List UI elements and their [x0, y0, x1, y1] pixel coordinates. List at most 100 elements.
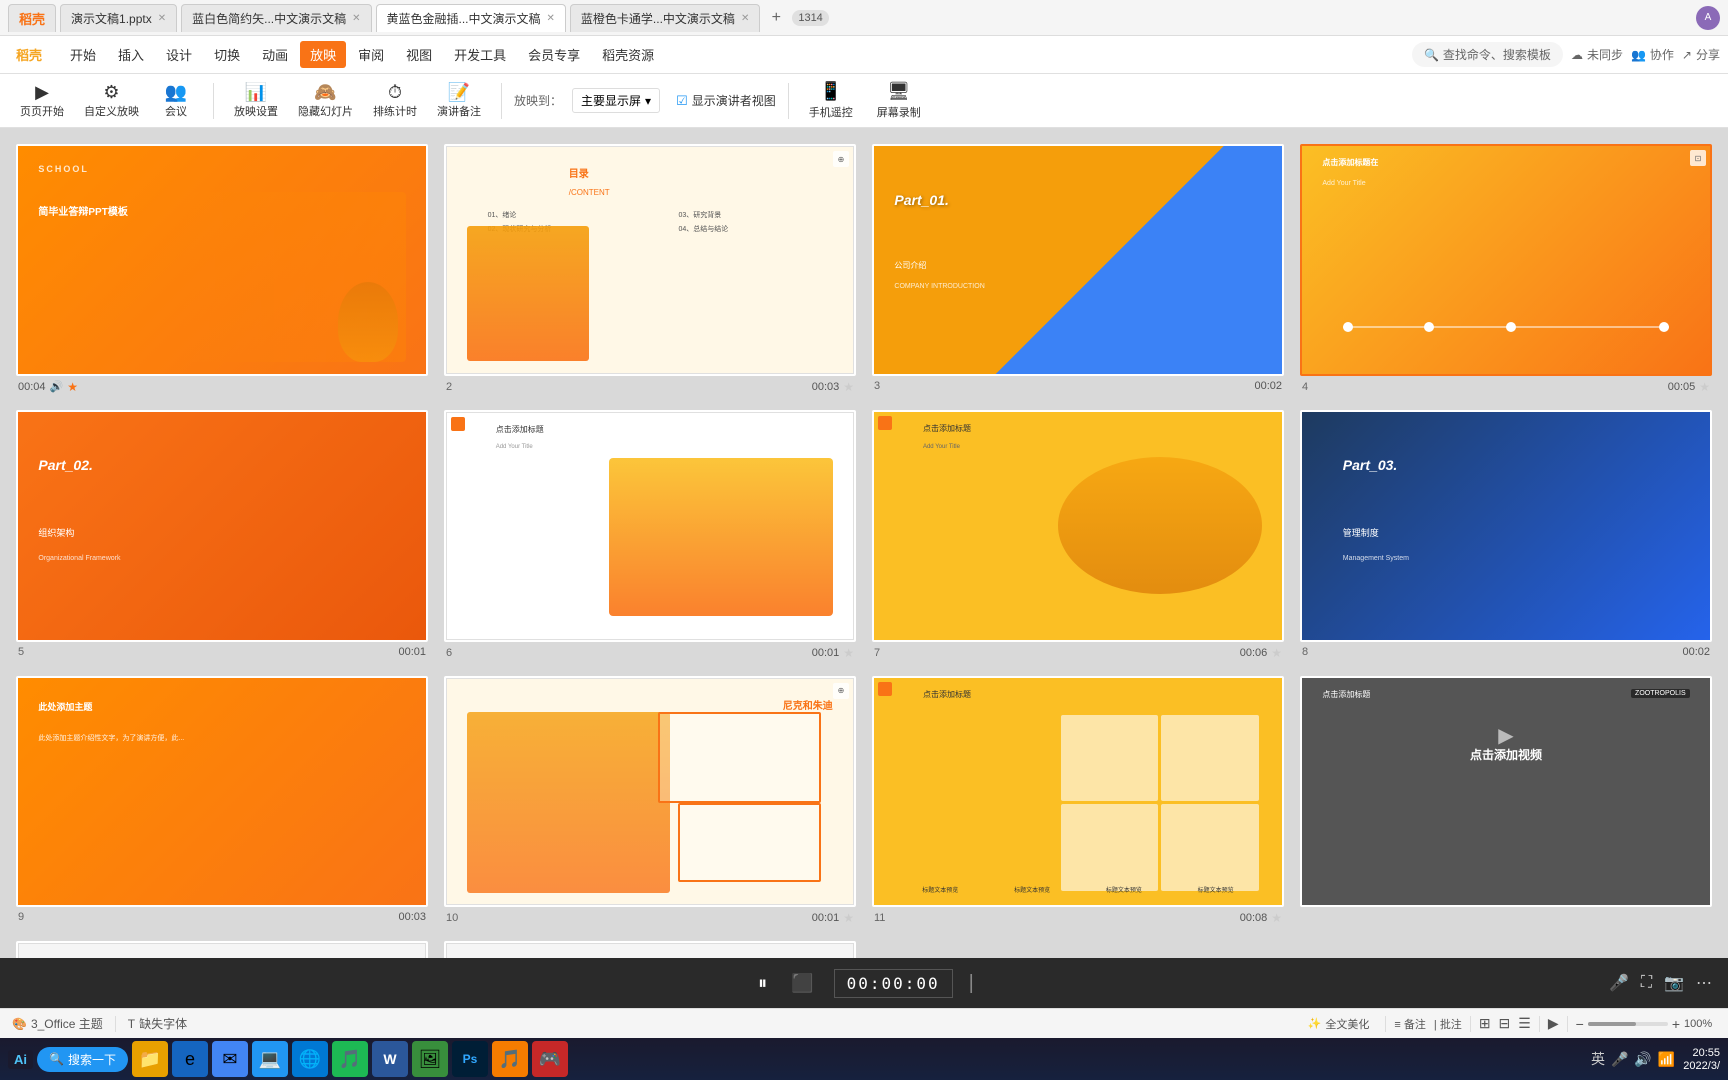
slide-4-corner-btn[interactable]: ⊡: [1690, 150, 1706, 166]
slide-1-star[interactable]: ★: [67, 380, 78, 394]
taskbar-app-game[interactable]: 🎮: [532, 1041, 568, 1077]
collaborate-btn[interactable]: 👥 协作: [1631, 46, 1674, 63]
custom-slideshow-btn[interactable]: ⚙ 自定义放映: [76, 79, 147, 123]
taskbar-lang[interactable]: 英: [1591, 1049, 1605, 1069]
slide-thumb-4[interactable]: 点击添加标题在 Add Your Title ⊡: [1300, 144, 1712, 376]
display-selector[interactable]: 主要显示屏 ▾: [572, 88, 660, 113]
zoom-minus-btn[interactable]: −: [1576, 1016, 1584, 1032]
tab-1[interactable]: 演示文稿1.pptx ✕: [60, 4, 177, 32]
taskbar-app-system[interactable]: 💻: [252, 1041, 288, 1077]
slide-thumb-11[interactable]: 点击添加标题 标题文本预览 标题文本预览 标题文本预览 标题文本预览: [872, 676, 1284, 908]
ai-badge[interactable]: Ai: [8, 1050, 33, 1069]
review-btn[interactable]: | 批注: [1434, 1016, 1462, 1032]
tab-2-close[interactable]: ✕: [352, 13, 360, 24]
taskbar-mic[interactable]: 🎤: [1611, 1051, 1628, 1068]
screen-record-btn[interactable]: 🖥 屏幕录制: [869, 77, 929, 124]
grid-view-btn[interactable]: ⊟: [1499, 1015, 1511, 1032]
taskbar-search[interactable]: 🔍 搜索一下: [37, 1047, 128, 1072]
slide-7-star[interactable]: ★: [1271, 646, 1282, 660]
slide-2-corner-btn[interactable]: ⊕: [833, 151, 849, 167]
menu-transition[interactable]: 切换: [204, 41, 250, 68]
phone-remote-btn[interactable]: 📱 手机遥控: [801, 77, 861, 124]
hide-slide-btn[interactable]: 🙈 隐藏幻灯片: [290, 79, 361, 123]
taskbar-app-music[interactable]: 🎵: [332, 1041, 368, 1077]
presentation-notes-btn[interactable]: 📝 演讲备注: [429, 79, 489, 123]
taskbar-app-ps[interactable]: Ps: [452, 1041, 488, 1077]
slide-10-star[interactable]: ★: [843, 911, 854, 925]
search-bar[interactable]: 🔍 查找命令、搜索模板: [1412, 42, 1563, 67]
normal-view-btn[interactable]: ⊞: [1479, 1015, 1491, 1032]
sync-status[interactable]: ☁ 未同步: [1571, 46, 1623, 63]
slide-10-info: 10 00:01 ★: [444, 911, 856, 925]
tab-3-close[interactable]: ✕: [547, 13, 555, 24]
taskbar-app-filemanager[interactable]: 📁: [132, 1041, 168, 1077]
taskbar-app-email[interactable]: ✉: [212, 1041, 248, 1077]
slide-thumb-5[interactable]: Part_02. 组织架构 Organizational Framework: [16, 410, 428, 642]
tab-app[interactable]: 稻壳: [8, 4, 56, 32]
menu-view[interactable]: 视图: [396, 41, 442, 68]
slide-10-corner-btn[interactable]: ⊕: [833, 683, 849, 699]
rehearse-timing-btn[interactable]: ⏱ 排练计时: [365, 79, 425, 123]
menu-review[interactable]: 审阅: [348, 41, 394, 68]
mic-icon[interactable]: 🎤: [1609, 973, 1629, 993]
menu-animation[interactable]: 动画: [252, 41, 298, 68]
add-tab-button[interactable]: +: [764, 6, 788, 30]
zoom-slider[interactable]: [1588, 1022, 1668, 1026]
slide-thumb-1[interactable]: SCHOOL 简毕业答辩PPT模板: [16, 144, 428, 376]
taskbar-network[interactable]: 📶: [1658, 1051, 1675, 1068]
menu-resources[interactable]: 稻壳资源: [592, 41, 664, 68]
slide-thumb-14[interactable]: [444, 941, 856, 958]
slide-thumb-3[interactable]: Part_01. 公司介绍 COMPANY INTRODUCTION: [872, 144, 1284, 376]
menu-slideshow[interactable]: 放映: [300, 41, 346, 68]
tab-2[interactable]: 蓝白色简约矢...中文演示文稿 ✕: [181, 4, 371, 32]
slide-4-star[interactable]: ★: [1699, 380, 1710, 394]
taskbar-app-edge[interactable]: 🌐: [292, 1041, 328, 1077]
taskbar-app-browser[interactable]: e: [172, 1041, 208, 1077]
slide-6-star[interactable]: ★: [843, 646, 854, 660]
taskbar-volume[interactable]: 🔊: [1634, 1051, 1651, 1068]
pause-button[interactable]: ⏸: [754, 969, 771, 998]
slide-2-star[interactable]: ★: [843, 380, 854, 394]
tab-3[interactable]: 黄蓝色金融插...中文演示文稿 ✕: [376, 4, 566, 32]
menu-devtools[interactable]: 开发工具: [444, 41, 516, 68]
slideshow-settings-btn[interactable]: 📊 放映设置: [226, 79, 286, 123]
more-icon[interactable]: ⋯: [1696, 973, 1712, 993]
notes-btn[interactable]: ≡ 备注: [1394, 1016, 1425, 1032]
tab-4-close[interactable]: ✕: [741, 13, 749, 24]
time-separator: |: [969, 972, 974, 995]
presenter-view-check[interactable]: ☑ 显示演讲者视图: [676, 92, 776, 109]
beautify-btn[interactable]: ✨ 全文美化: [1300, 1014, 1378, 1034]
slide-thumb-12[interactable]: 点击添加标题 ZOOTROPOLIS 点击添加视频 ▶: [1300, 676, 1712, 908]
slide-thumb-7[interactable]: 点击添加标题 Add Your Title: [872, 410, 1284, 642]
camera-icon[interactable]: 📷: [1664, 973, 1684, 993]
font-status[interactable]: T 缺失字体: [128, 1015, 187, 1032]
tab-4[interactable]: 蓝橙色卡通学...中文演示文稿 ✕: [570, 4, 760, 32]
user-avatar[interactable]: A: [1696, 6, 1720, 30]
slide-thumb-2[interactable]: 目录 /CONTENT 01、绪论02、现状研究与分析 03、研究背景04、总结…: [444, 144, 856, 376]
menu-insert[interactable]: 插入: [108, 41, 154, 68]
stop-button[interactable]: ⬛: [787, 969, 817, 998]
taskbar-app-word[interactable]: W: [372, 1041, 408, 1077]
conference-btn[interactable]: 👥 会议: [151, 79, 201, 123]
slide-thumb-13[interactable]: [16, 941, 428, 958]
play-current-btn[interactable]: ▶: [1548, 1015, 1559, 1032]
slide-11-star[interactable]: ★: [1271, 911, 1282, 925]
menu-start[interactable]: 开始: [60, 41, 106, 68]
taskbar-app-music2[interactable]: 🎵: [492, 1041, 528, 1077]
slide-thumb-9[interactable]: 此处添加主题 此处添加主题介绍性文字，为了演讲方便，此...: [16, 676, 428, 908]
start-from-beginning-btn[interactable]: ▶ 页页开始: [12, 79, 72, 123]
fullscreen-icon[interactable]: ⛶: [1641, 974, 1652, 992]
menu-membership[interactable]: 会员专享: [518, 41, 590, 68]
slide-thumb-8[interactable]: Part_03. 管理制度 Management System: [1300, 410, 1712, 642]
menu-design[interactable]: 设计: [156, 41, 202, 68]
status-divider-3: [1470, 1016, 1471, 1032]
zoom-plus-btn[interactable]: +: [1672, 1016, 1680, 1032]
taskbar-app-photo[interactable]: 🖼: [412, 1041, 448, 1077]
play-from-start-icon: ▶: [35, 83, 49, 101]
slide-thumb-10[interactable]: ⊕ 尼克和朱迪: [444, 676, 856, 908]
slide-thumb-6[interactable]: 点击添加标题 Add Your Title: [444, 410, 856, 642]
share-btn[interactable]: ↗ 分享: [1682, 46, 1720, 63]
settings-icon: 📊: [245, 83, 267, 101]
tab-1-close[interactable]: ✕: [158, 13, 166, 24]
outline-view-btn[interactable]: ☰: [1518, 1015, 1531, 1032]
